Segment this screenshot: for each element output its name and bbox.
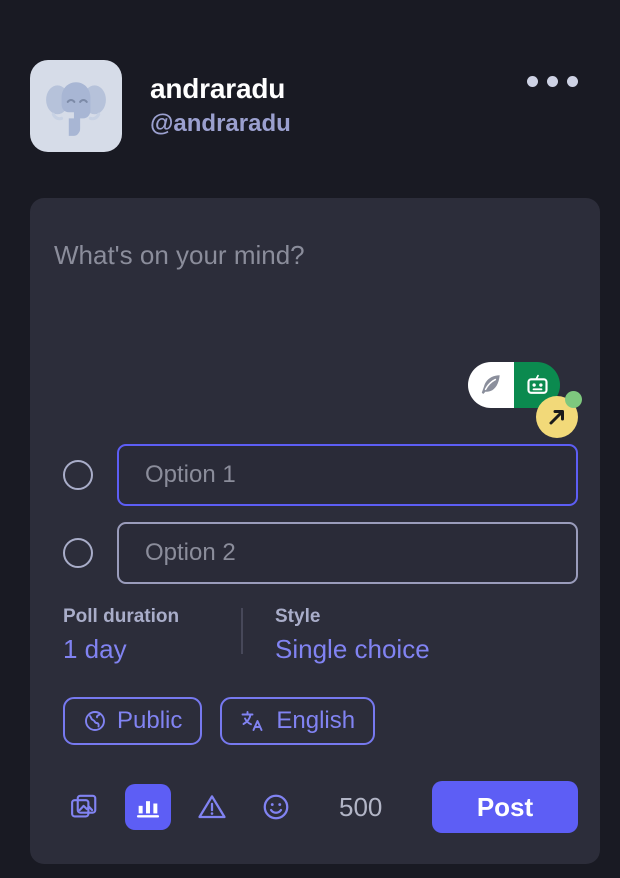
poll-option-radio-2[interactable]	[63, 538, 93, 568]
poll-icon	[136, 801, 160, 818]
avatar[interactable]	[30, 60, 122, 152]
visibility-chip-label: Public	[117, 707, 183, 734]
poll-option-input-1[interactable]: Option 1	[117, 444, 578, 506]
ellipsis-icon	[547, 76, 558, 87]
add-images-button[interactable]	[61, 784, 107, 830]
post-button[interactable]: Post	[432, 781, 578, 833]
assistant-status-dot	[565, 391, 582, 408]
composer-area: What's on your mind?	[52, 228, 582, 438]
emoji-icon	[263, 794, 289, 820]
poll-option-row: Option 1	[52, 444, 578, 506]
status-textarea[interactable]: What's on your mind?	[52, 228, 578, 283]
emoji-picker-button[interactable]	[253, 784, 299, 830]
assistant-cluster	[468, 354, 584, 438]
content-warning-button[interactable]	[189, 784, 235, 830]
post-settings-chips: Public English	[52, 697, 578, 745]
content-warning-icon	[198, 795, 226, 819]
poll-duration-label: Poll duration	[63, 606, 180, 627]
compose-card: What's on your mind? Option 1 Option 2 P…	[30, 198, 600, 864]
poll-style-selector[interactable]: Style Single choice	[243, 606, 430, 665]
language-chip-label: English	[276, 707, 356, 734]
poll-option-row: Option 2	[52, 522, 578, 584]
quill-mode-button[interactable]	[468, 362, 514, 408]
poll-duration-selector[interactable]: Poll duration 1 day	[63, 606, 241, 665]
identity: andraradu @andraradu	[150, 74, 291, 137]
globe-icon	[85, 711, 105, 731]
poll-style-value: Single choice	[275, 634, 430, 664]
character-counter: 500	[339, 791, 383, 822]
poll-option-radio-1[interactable]	[63, 460, 93, 490]
poll-option-input-2[interactable]: Option 2	[117, 522, 578, 584]
ellipsis-icon	[567, 76, 578, 87]
display-name: andraradu	[150, 73, 286, 105]
visibility-chip[interactable]: Public	[63, 697, 203, 745]
translate-icon	[241, 711, 263, 731]
poll-duration-value: 1 day	[63, 634, 127, 664]
images-icon	[71, 794, 97, 818]
poll-options: Option 1 Option 2	[52, 444, 578, 584]
compose-toolbar: 500 Post	[52, 781, 578, 833]
ellipsis-icon	[527, 76, 538, 87]
more-options-button[interactable]	[527, 76, 578, 87]
account-header: andraradu @andraradu	[0, 0, 620, 170]
poll-style-label: Style	[275, 606, 321, 627]
elephant-emoji-icon	[46, 82, 106, 136]
poll-settings: Poll duration 1 day Style Single choice	[52, 606, 578, 665]
robot-face-icon	[526, 374, 548, 394]
arrow-up-right-icon	[549, 410, 564, 425]
add-poll-button[interactable]	[125, 784, 171, 830]
language-chip[interactable]: English	[220, 697, 376, 745]
feather-quill-icon	[481, 375, 500, 394]
account-handle: @andraradu	[150, 110, 291, 138]
